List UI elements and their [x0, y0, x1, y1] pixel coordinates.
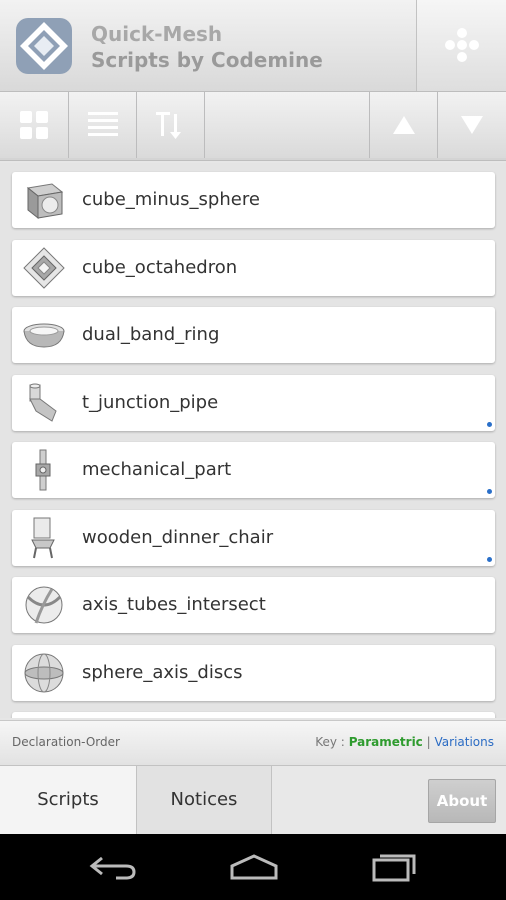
- script-name: cube_octahedron: [82, 257, 238, 278]
- variations-indicator: [487, 557, 492, 562]
- sort-button[interactable]: [137, 92, 205, 158]
- key-separator: |: [426, 735, 431, 749]
- app-logo-icon: [16, 18, 72, 74]
- list-item-cube-minus-sphere[interactable]: cube_minus_sphere: [12, 172, 495, 228]
- script-name: wooden_dinner_chair: [82, 527, 274, 548]
- move-down-button[interactable]: [438, 92, 506, 158]
- key-legend: Key : Parametric | Variations: [315, 735, 494, 749]
- system-nav-bar: [0, 834, 506, 900]
- script-name: cube_minus_sphere: [82, 189, 260, 210]
- tab-notices[interactable]: Notices: [137, 766, 272, 834]
- sort-order-label: Declaration-Order: [12, 735, 120, 749]
- script-name: sphere_axis_discs: [82, 662, 243, 683]
- overflow-menu-button[interactable]: [416, 0, 506, 91]
- pipe-icon: [29, 383, 57, 422]
- bottom-tabs: Scripts Notices About: [0, 765, 506, 834]
- status-bar: Declaration-Order Key : Parametric | Var…: [0, 720, 506, 765]
- list-item-t-junction-pipe[interactable]: t_junction_pipe: [12, 375, 495, 431]
- list-item-sphere-axis-discs[interactable]: sphere_axis_discs: [12, 645, 495, 701]
- grid-icon: [20, 111, 48, 139]
- back-icon[interactable]: [88, 852, 138, 882]
- list-item-axis-tubes-intersect[interactable]: axis_tubes_intersect: [12, 577, 495, 633]
- key-label: Key :: [315, 735, 345, 749]
- app-title: Quick-Mesh: [91, 22, 223, 46]
- cube-octahedron-icon: [23, 247, 65, 289]
- list-item-mechanical-part[interactable]: mechanical_part: [12, 442, 495, 498]
- ring-icon: [23, 323, 65, 348]
- list-item-partial[interactable]: [12, 712, 495, 718]
- script-name: t_junction_pipe: [82, 392, 219, 413]
- sphere-discs-icon: [24, 653, 64, 693]
- move-up-button[interactable]: [370, 92, 438, 158]
- tab-scripts[interactable]: Scripts: [0, 766, 137, 834]
- toolbar: [0, 92, 506, 161]
- list-view-button[interactable]: [69, 92, 137, 158]
- about-button[interactable]: About: [428, 779, 496, 823]
- dots-menu-icon: [445, 28, 479, 62]
- script-name: dual_band_ring: [82, 324, 220, 345]
- list-item-cube-octahedron[interactable]: cube_octahedron: [12, 240, 495, 296]
- arrow-down-icon: [461, 116, 483, 134]
- chair-icon: [31, 517, 55, 559]
- variations-indicator: [487, 489, 492, 494]
- mechanical-part-icon: [35, 449, 51, 491]
- tubes-icon: [25, 586, 63, 624]
- arrow-up-icon: [392, 116, 415, 134]
- grid-view-button[interactable]: [0, 92, 69, 158]
- app-subtitle: Scripts by Codemine: [91, 48, 323, 72]
- list-icon: [87, 112, 118, 136]
- cube-minus-sphere-icon: [26, 183, 64, 220]
- sort-icon: [155, 112, 181, 139]
- variations-indicator: [487, 422, 492, 427]
- key-parametric: Parametric: [348, 735, 423, 749]
- script-name: mechanical_part: [82, 459, 232, 480]
- app-header: Quick-Mesh Scripts by Codemine: [0, 0, 506, 92]
- script-list: cube_minus_sphere cube_octahedron dual_b…: [0, 163, 506, 718]
- toolbar-spacer: [205, 92, 370, 158]
- key-variations: Variations: [434, 735, 495, 749]
- home-icon[interactable]: [228, 854, 280, 880]
- script-name: axis_tubes_intersect: [82, 594, 266, 615]
- recents-icon[interactable]: [370, 852, 418, 882]
- list-item-dual-band-ring[interactable]: dual_band_ring: [12, 307, 495, 363]
- list-item-wooden-dinner-chair[interactable]: wooden_dinner_chair: [12, 510, 495, 566]
